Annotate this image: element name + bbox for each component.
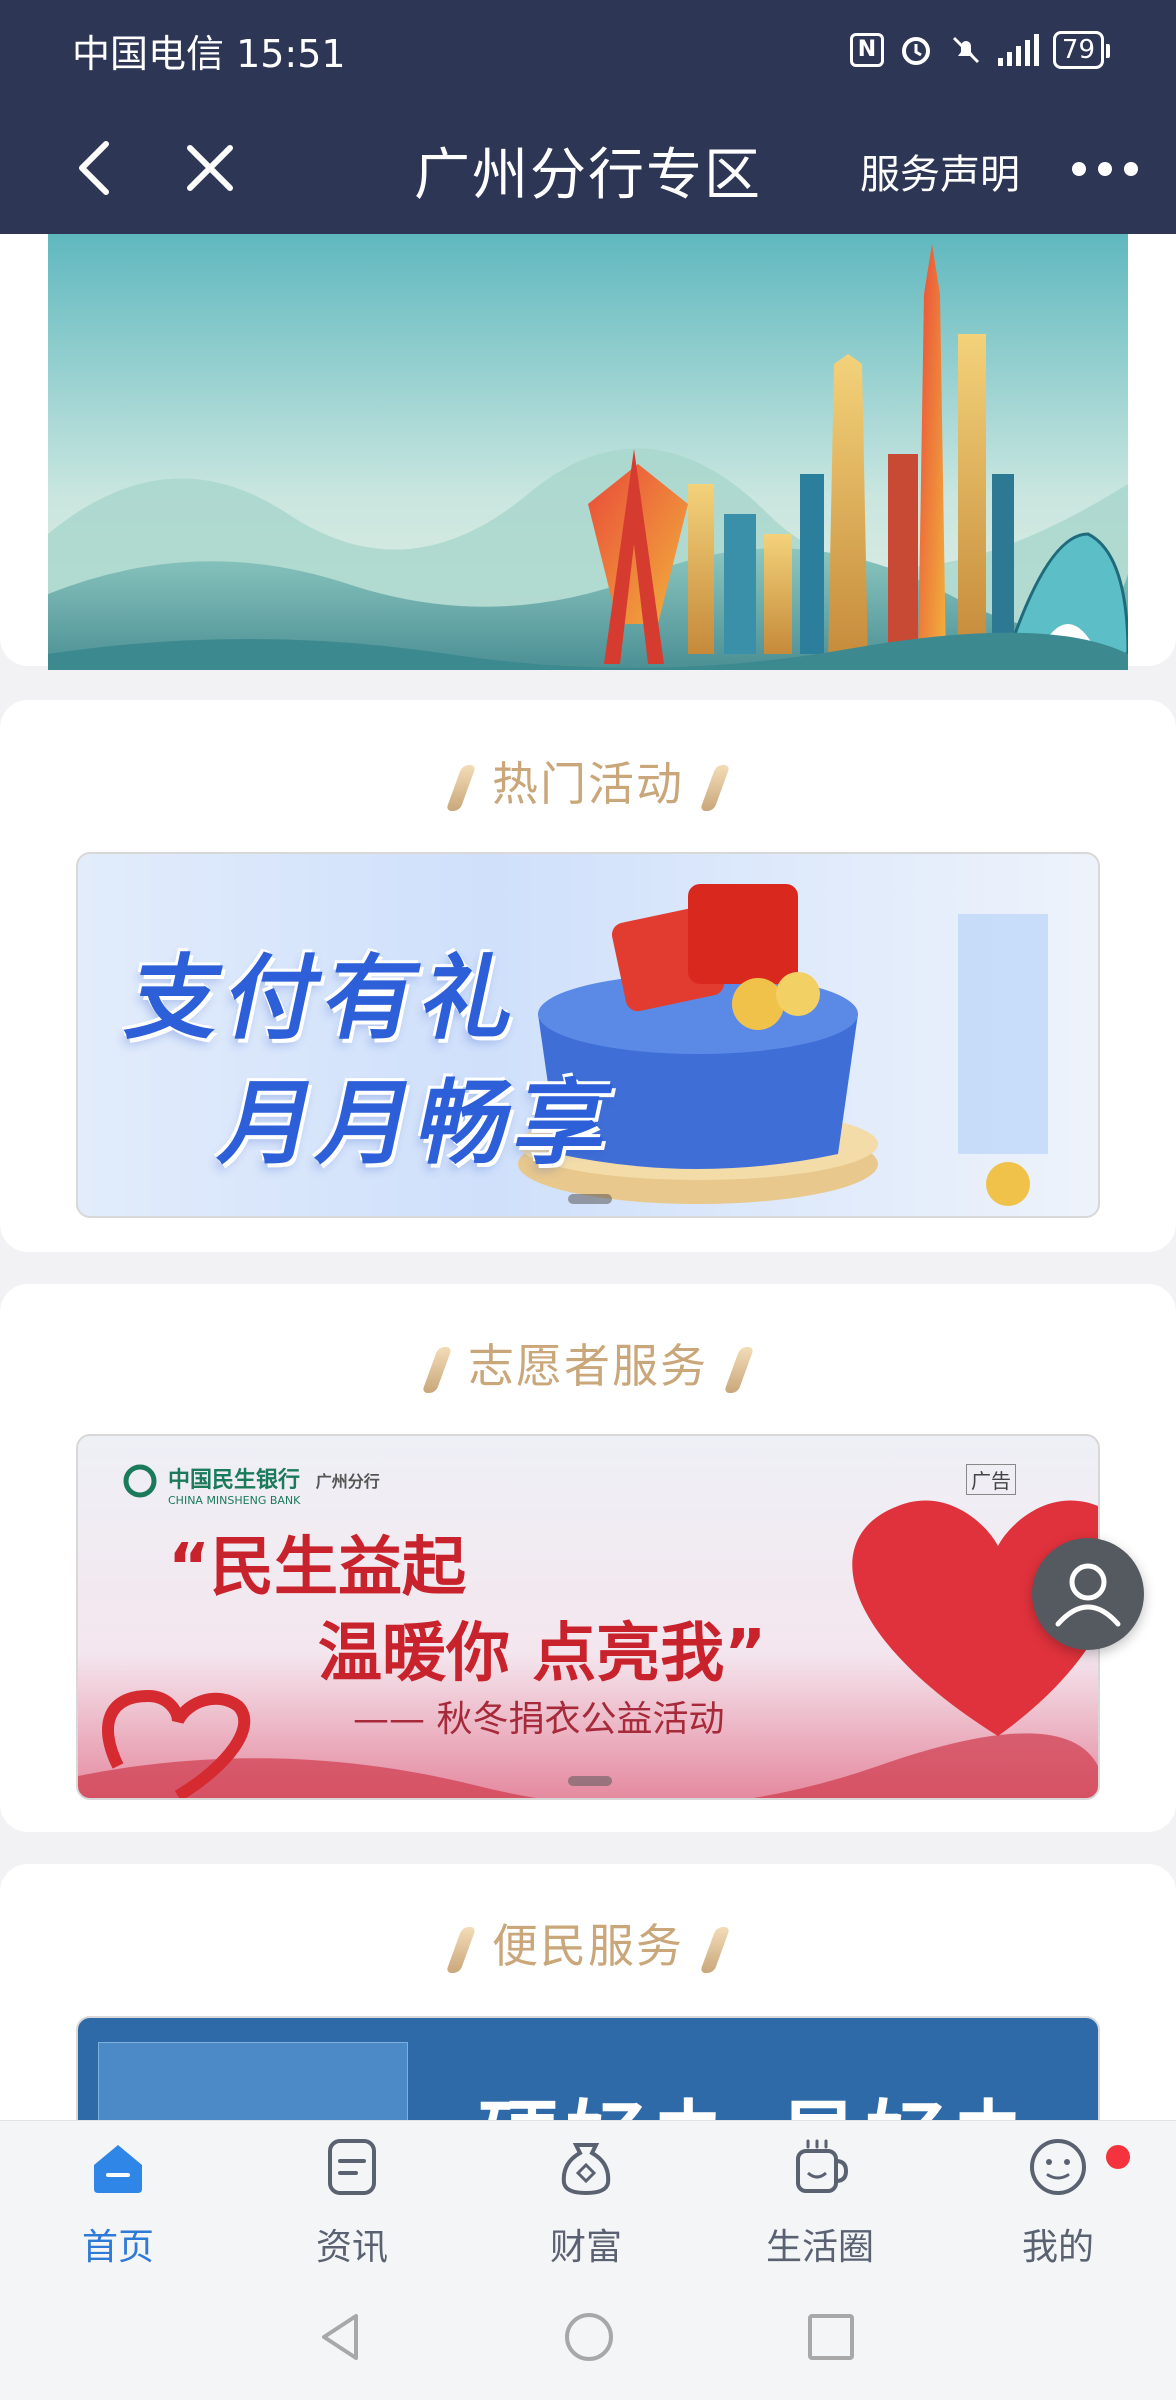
user-icon: [1055, 1563, 1121, 1627]
tab-home[interactable]: 首页: [38, 2135, 198, 2270]
volunteer-service-card: 志愿者服务 中国民生银行 广州分行 CHINA MINSHENG BANK 广告…: [0, 1284, 1176, 1832]
guangzhou-skyline-banner[interactable]: [48, 234, 1128, 670]
wealth-icon: [561, 2143, 611, 2196]
title-decoration-icon: [699, 1926, 731, 1973]
quote-line1: “民生益起: [168, 1531, 467, 1605]
section-title-hot: 热门活动: [0, 748, 1176, 814]
system-recents-icon[interactable]: [806, 2312, 856, 2362]
tab-wealth[interactable]: 财富: [506, 2135, 666, 2270]
app-header: 中国电信 15:51 N 79 广州分行专区 服务声明: [0, 0, 1176, 234]
convenience-service-card: 便民服务 硬好办 易好办: [0, 1864, 1176, 2216]
profile-icon: [1030, 2139, 1086, 2195]
bank-name-english: CHINA MINSHENG BANK: [168, 1494, 301, 1507]
tab-label: 首页: [81, 2227, 154, 2268]
banner-headline: 支付有礼 月月畅享: [91, 924, 658, 1182]
quote-line2: 温暖你 点亮我”: [318, 1617, 767, 1691]
alarm-icon: [901, 37, 930, 65]
status-icons: N 79: [849, 31, 1111, 69]
news-icon: [328, 2139, 376, 2195]
bank-name: 中国民生银行: [168, 1468, 301, 1493]
title-decoration-icon: [421, 1346, 453, 1393]
home-icon: [94, 2145, 142, 2193]
signal-icon: [997, 34, 1039, 66]
mute-icon: [952, 36, 979, 64]
section-title-convenience: 便民服务: [0, 1910, 1176, 1976]
section-title-text: 热门活动: [492, 757, 684, 811]
campaign-subtitle: —— 秋冬捐衣公益活动: [353, 1699, 725, 1740]
carrier-time: 中国电信 15:51: [72, 31, 346, 76]
tab-label: 生活圈: [765, 2227, 874, 2268]
tab-label: 资讯: [315, 2227, 388, 2268]
section-title-volunteer: 志愿者服务: [0, 1330, 1176, 1396]
carousel-indicator: [568, 1776, 612, 1786]
title-decoration-icon: [445, 1926, 477, 1973]
battery-indicator: 79: [1052, 31, 1111, 69]
section-title-text: 便民服务: [492, 1919, 684, 1973]
floating-profile-button[interactable]: [1032, 1538, 1144, 1650]
nav-bar: 广州分行专区 服务声明: [0, 120, 1176, 216]
notification-dot: [1106, 2145, 1130, 2169]
hot-activities-card: 热门活动 支付有礼 月月畅享: [0, 700, 1176, 1252]
system-nav-bar: [0, 2278, 1176, 2400]
life-icon: [796, 2139, 849, 2193]
bank-logo-text: 中国民生银行 广州分行 CHINA MINSHENG BANK: [168, 1462, 380, 1507]
more-options-icon[interactable]: [1072, 146, 1138, 176]
ad-tag: 广告: [966, 1464, 1016, 1495]
section-title-text: 志愿者服务: [468, 1339, 708, 1393]
system-back-icon[interactable]: [316, 2310, 364, 2364]
title-decoration-icon: [723, 1346, 755, 1393]
tab-label: 财富: [549, 2227, 622, 2268]
system-home-icon[interactable]: [562, 2310, 616, 2364]
title-decoration-icon: [445, 764, 477, 811]
service-statement-link[interactable]: 服务声明: [860, 142, 1020, 200]
banner-line1: 支付有礼: [118, 945, 533, 1052]
volunteer-charity-banner[interactable]: 中国民生银行 广州分行 CHINA MINSHENG BANK 广告 “民生益起…: [76, 1434, 1100, 1800]
payment-promo-banner[interactable]: 支付有礼 月月畅享: [76, 852, 1100, 1218]
banner-line2: 月月畅享: [211, 1070, 627, 1177]
status-bar: 中国电信 15:51 N 79: [72, 22, 1111, 78]
bottom-tab-bar: 首页 资讯 财富 生活圈 我的: [0, 2120, 1176, 2278]
hero-card: [0, 234, 1176, 670]
tab-news[interactable]: 资讯: [272, 2135, 432, 2270]
tab-label: 我的: [1021, 2227, 1094, 2268]
carousel-indicator: [568, 1194, 612, 1204]
bank-branch: 广州分行: [315, 1472, 380, 1491]
nfc-icon: N: [849, 33, 884, 67]
tab-life-circle[interactable]: 生活圈: [740, 2135, 900, 2270]
title-decoration-icon: [699, 764, 731, 811]
